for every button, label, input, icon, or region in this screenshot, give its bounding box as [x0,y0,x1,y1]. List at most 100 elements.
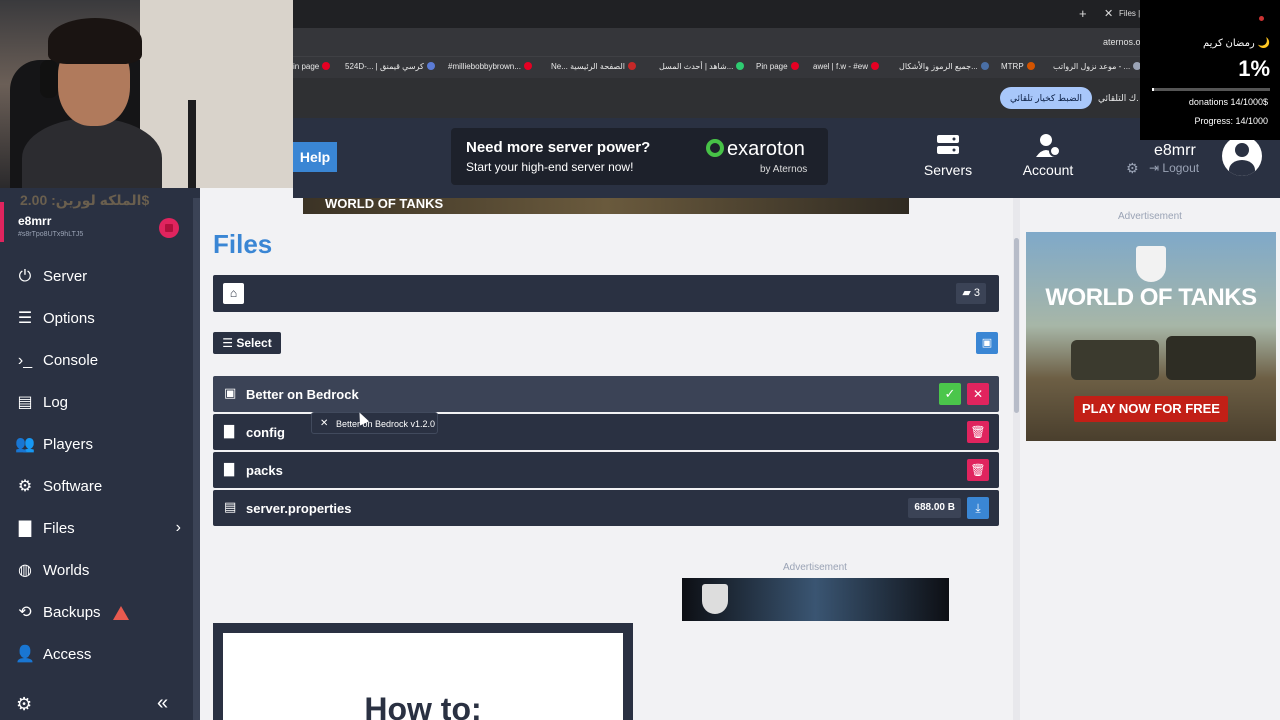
sidebar-item-backups[interactable]: ⟲ Backups [0,594,193,632]
backup-icon: ⟲ [18,604,32,621]
nav-account[interactable]: Account [1015,132,1081,178]
file-row[interactable]: ▤ server.properties 688.00 B ⤓ [213,490,999,526]
bottom-ad-banner[interactable] [682,578,949,621]
exaroton-promo[interactable]: Need more server power? Start your high-… [451,128,828,185]
trash-icon[interactable]: 🗑 [967,421,989,443]
howto-panel: How to: [213,623,633,720]
globe-icon: ◍ [18,562,32,579]
file-size-badge: 688.00 B [908,498,961,518]
collapse-sidebar-icon[interactable]: « [157,692,168,715]
folder-name-input[interactable]: Better on Bedrock [246,387,359,402]
url-text[interactable]: aternos.o [1103,37,1141,47]
overlay-progress-fill [1152,88,1154,91]
webcam-person-hair [48,18,142,64]
webcam-overlay [0,0,293,188]
nav-servers[interactable]: Servers [918,132,978,178]
sidebar-item-files[interactable]: ▇ Files › [0,510,193,548]
folder-count-badge: ▰ 3 [956,283,986,304]
sidebar-item-access[interactable]: 👤 Access [0,636,193,674]
header-username: e8mrr [1154,142,1196,159]
bookmark-item[interactable]: Ne... الصفحة الرئيسية [551,62,639,71]
sidebar-item-label: Files [43,520,75,537]
scrollbar-thumb[interactable] [1014,238,1019,413]
confirm-check-icon[interactable]: ✓ [939,383,961,405]
access-user-icon: 👤 [15,646,35,663]
bookmark-item[interactable]: #milliebobbybrown... [448,62,535,71]
sidebar: الملكه لورين: 2.00$ e8mrr #s8rTpo8UTx9hL… [0,188,200,720]
browser-tab-title[interactable]: Files | [1119,9,1140,18]
upload-tooltip: ✕ Better on Bedrock v1.2.0 [311,412,438,434]
close-tab-icon[interactable]: ✕ [1104,7,1113,20]
bookmark-item[interactable]: جميع الرموز والأشكال... [899,62,992,71]
bookmark-item[interactable]: Pin page [756,62,802,71]
help-button[interactable]: Help [293,142,337,172]
bookmark-item[interactable]: MTRP [1001,62,1038,71]
advertisement-label: Advertisement [783,562,847,573]
logout-link[interactable]: ⇥ Logout [1149,161,1199,175]
trash-icon[interactable]: 🗑 [967,459,989,481]
sidebar-item-label: Options [43,310,95,327]
warning-icon [113,606,129,620]
browser-address-bar[interactable]: aternos.o [293,28,1280,56]
sidebar-item-label: Server [43,268,88,285]
main-scrollbar[interactable] [1013,198,1020,720]
new-tab-button[interactable]: + [1079,6,1087,21]
play-now-button[interactable]: PLAY NOW FOR FREE [1074,396,1228,422]
file-row-editing[interactable]: ▣ Better on Bedrock ✓ ✕ [213,376,999,412]
sidebar-item-software[interactable]: ⚙ Software [0,468,193,506]
sidebar-item-log[interactable]: ▤ Log [0,384,193,422]
new-folder-icon[interactable]: ▣ [976,332,998,354]
sidebar-item-worlds[interactable]: ◍ Worlds [0,552,193,590]
server-status-accent [0,202,4,242]
settings-gear-icon[interactable]: ⚙ [1126,160,1139,177]
select-button[interactable]: ☰ Select [213,332,281,354]
log-icon: ▤ [17,394,33,411]
servers-icon [937,135,959,154]
browser-notice-bar: الضبط كخيار تلقائي ك التلقائي. [293,78,1280,118]
sidebar-item-server[interactable]: ⏻ Server [0,258,193,296]
exaroton-logo-icon [706,139,724,157]
server-card[interactable]: الملكه لورين: 2.00$ e8mrr #s8rTpo8UTx9hL… [0,188,193,250]
breadcrumb: ⌂ ▰ 3 [213,275,999,312]
folder-icon: ▇ [224,461,234,476]
sidebar-item-options[interactable]: ☰ Options [0,300,193,338]
download-icon[interactable]: ⤓ [967,497,989,519]
bookmark-item[interactable]: in page [293,62,333,71]
sidebar-item-players[interactable]: 👥 Players [0,426,193,464]
cancel-close-icon[interactable]: ✕ [967,383,989,405]
file-name[interactable]: packs [246,463,283,478]
sidebar-item-console[interactable]: ›_ Console [0,342,193,380]
wot-shield-icon [1136,246,1166,282]
bookmarks-bar: in page 524D-... | كرسي قيمنق #milliebob… [293,56,1280,78]
sidebar-item-label: Software [43,478,103,495]
sidebar-item-label: Access [43,646,92,663]
stop-server-icon[interactable] [159,218,179,238]
avatar-head [1235,143,1249,157]
tank-image [1071,340,1159,380]
bookmark-item[interactable]: 524D-... | كرسي قيمنق [345,62,438,71]
notice-text: ك التلقائي. [1098,93,1139,103]
set-default-button[interactable]: الضبط كخيار تلقائي [1000,87,1092,109]
overlay-progress-text: Progress: 14/1000 [1194,116,1268,126]
file-row[interactable]: ▇ packs 🗑 [213,452,999,488]
file-name[interactable]: config [246,425,285,440]
options-icon: ☰ [17,310,33,327]
avatar-body [1229,160,1255,176]
world-of-tanks-ad[interactable]: WORLD OF TANKS PLAY NOW FOR FREE [1026,232,1276,441]
howto-title: How to: [364,691,482,720]
webcam-person-body [22,118,162,188]
home-icon[interactable]: ⌂ [223,283,244,304]
sidebar-settings-gear-icon[interactable]: ⚙ [16,694,32,715]
file-icon: ▤ [224,499,237,514]
new-folder-row-icon: ▣ [224,385,237,400]
sidebar-scrollbar[interactable] [193,198,200,720]
tooltip-close-icon[interactable]: ✕ [320,413,328,435]
bookmark-item[interactable]: شاهد | أحدث المسل... [659,62,747,71]
bookmark-item[interactable]: موعد نزول الرواتب - ... [1053,62,1144,71]
top-ad-banner[interactable]: WORLD OF TANKS [303,198,909,214]
bookmark-item[interactable]: awel | f.w - #ew [813,62,882,71]
user-avatar[interactable] [1222,136,1262,176]
overlay-progress-bar [1152,88,1270,91]
nav-servers-label: Servers [923,162,973,178]
file-name[interactable]: server.properties [246,501,352,516]
